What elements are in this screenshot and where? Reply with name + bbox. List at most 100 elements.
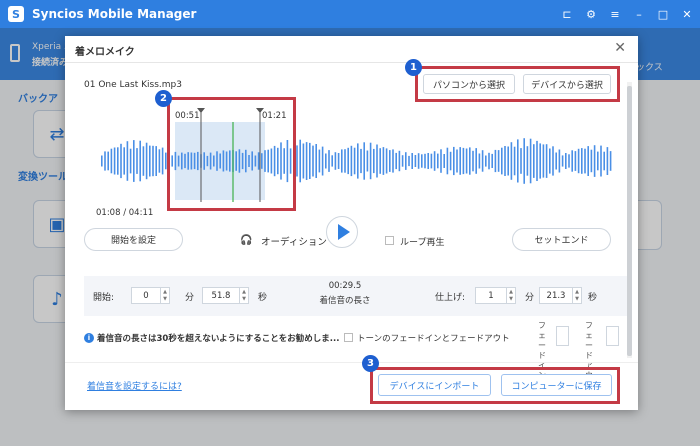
waveform-bar bbox=[411, 153, 413, 169]
annotation-badge-1: 1 bbox=[405, 59, 422, 76]
waveform-bar bbox=[481, 150, 484, 172]
annotation-badge-2: 2 bbox=[155, 90, 172, 107]
loop-label: ループ再生 bbox=[400, 238, 445, 248]
ringtone-help-link[interactable]: 着信音を設定するには? bbox=[87, 379, 182, 392]
waveform-bar bbox=[398, 150, 401, 172]
waveform-bar bbox=[113, 147, 116, 175]
footer-divider bbox=[65, 362, 638, 363]
waveform-bar bbox=[107, 151, 109, 171]
settings-gear-icon[interactable]: ⚙ bbox=[584, 7, 598, 21]
waveform-bar bbox=[389, 150, 391, 172]
end-second-input[interactable]: 21.3 bbox=[539, 287, 573, 304]
finish-label: 仕上げ: bbox=[435, 293, 466, 303]
play-icon bbox=[337, 224, 350, 240]
ringtone-length-value: 00:29.5 bbox=[328, 281, 362, 291]
set-end-button[interactable]: セットエンド bbox=[512, 228, 611, 251]
waveform-bar bbox=[321, 146, 324, 176]
waveform-bar bbox=[597, 151, 599, 171]
close-window-icon[interactable]: ✕ bbox=[680, 7, 694, 21]
waveform-bar bbox=[296, 145, 298, 177]
waveform-bar bbox=[600, 145, 602, 177]
waveform-bar bbox=[373, 148, 375, 174]
audio-waveform[interactable] bbox=[65, 36, 638, 211]
start-minute-stepper[interactable]: ▲ ▼ bbox=[161, 287, 170, 304]
waveform-bar bbox=[363, 142, 365, 180]
waveform-bar bbox=[497, 150, 500, 172]
length-recommendation-text: 着信音の長さは30秒を超えないようにすることをお勧めしま... bbox=[97, 334, 340, 344]
end-minute-input[interactable]: 1 bbox=[475, 287, 507, 304]
waveform-bar bbox=[549, 148, 551, 174]
waveform-bar bbox=[565, 153, 567, 169]
dialog-scrollbar-thumb[interactable] bbox=[627, 86, 632, 356]
waveform-bar bbox=[421, 154, 423, 168]
audition-label: オーディション bbox=[261, 237, 327, 248]
waveform-bar bbox=[405, 152, 407, 170]
waveform-bar bbox=[347, 147, 349, 175]
waveform-bar bbox=[353, 147, 356, 175]
fade-out-input[interactable] bbox=[606, 326, 619, 346]
menu-icon[interactable]: ≡ bbox=[608, 7, 622, 21]
waveform-bar bbox=[328, 150, 330, 172]
waveform-bar bbox=[117, 147, 119, 175]
waveform-bar bbox=[603, 151, 605, 171]
waveform-bar bbox=[568, 154, 570, 168]
waveform-bar bbox=[561, 155, 564, 167]
waveform-bar bbox=[433, 151, 436, 171]
feedback-icon[interactable]: ⊏ bbox=[560, 7, 574, 21]
minimize-icon[interactable]: – bbox=[632, 7, 646, 21]
waveform-bar bbox=[456, 149, 458, 173]
play-button[interactable] bbox=[326, 216, 358, 248]
waveform-bar bbox=[161, 147, 164, 175]
waveform-bar bbox=[446, 147, 449, 175]
waveform-bar bbox=[475, 148, 477, 174]
waveform-bar bbox=[360, 148, 362, 174]
waveform-bar bbox=[357, 143, 359, 179]
waveform-bar bbox=[366, 150, 369, 172]
waveform-bar bbox=[385, 148, 388, 174]
waveform-bar bbox=[545, 144, 548, 178]
waveform-bar bbox=[424, 153, 426, 169]
waveform-bar bbox=[136, 148, 138, 174]
waveform-bar bbox=[590, 149, 593, 173]
waveform-bar bbox=[350, 145, 353, 177]
waveform-bar bbox=[501, 147, 503, 175]
waveform-bar bbox=[129, 148, 132, 174]
set-start-button[interactable]: 開始を設定 bbox=[84, 228, 183, 251]
waveform-bar bbox=[417, 153, 420, 169]
waveform-bar bbox=[155, 146, 157, 176]
end-second-stepper[interactable]: ▲ ▼ bbox=[573, 287, 582, 304]
app-logo-icon: S bbox=[8, 6, 24, 22]
start-minute-input[interactable]: 0 bbox=[131, 287, 161, 304]
waveform-bar bbox=[469, 147, 471, 175]
waveform-bar bbox=[539, 143, 541, 179]
fade-in-input[interactable] bbox=[556, 326, 569, 346]
waveform-bar bbox=[459, 147, 461, 175]
waveform-bar bbox=[577, 148, 580, 174]
waveform-bar bbox=[526, 146, 529, 176]
annotation-box-1 bbox=[415, 66, 620, 102]
playback-progress: 01:08 / 04:11 bbox=[96, 208, 154, 218]
waveform-bar bbox=[523, 138, 525, 184]
end-minute-stepper[interactable]: ▲ ▼ bbox=[507, 287, 516, 304]
loop-checkbox[interactable] bbox=[385, 236, 394, 245]
waveform-bar bbox=[341, 149, 343, 173]
waveform-bar bbox=[401, 155, 404, 167]
waveform-bar bbox=[133, 140, 135, 182]
maximize-icon[interactable]: □ bbox=[656, 7, 670, 21]
waveform-bar bbox=[437, 153, 439, 169]
waveform-bar bbox=[104, 151, 106, 171]
waveform-bar bbox=[609, 151, 612, 171]
ringtone-length-label: 着信音の長さ bbox=[319, 296, 371, 306]
fade-checkbox[interactable] bbox=[344, 333, 353, 342]
waveform-bar bbox=[123, 147, 125, 175]
start-second-input[interactable]: 51.8 bbox=[202, 287, 240, 304]
waveform-bar bbox=[376, 144, 378, 178]
info-icon: i bbox=[84, 333, 94, 343]
waveform-bar bbox=[536, 140, 538, 181]
annotation-box-3 bbox=[370, 367, 620, 404]
waveform-bar bbox=[299, 139, 301, 183]
waveform-bar bbox=[379, 148, 381, 174]
waveform-bar bbox=[430, 153, 433, 169]
start-second-stepper[interactable]: ▲ ▼ bbox=[240, 287, 249, 304]
waveform-bar bbox=[305, 142, 308, 180]
